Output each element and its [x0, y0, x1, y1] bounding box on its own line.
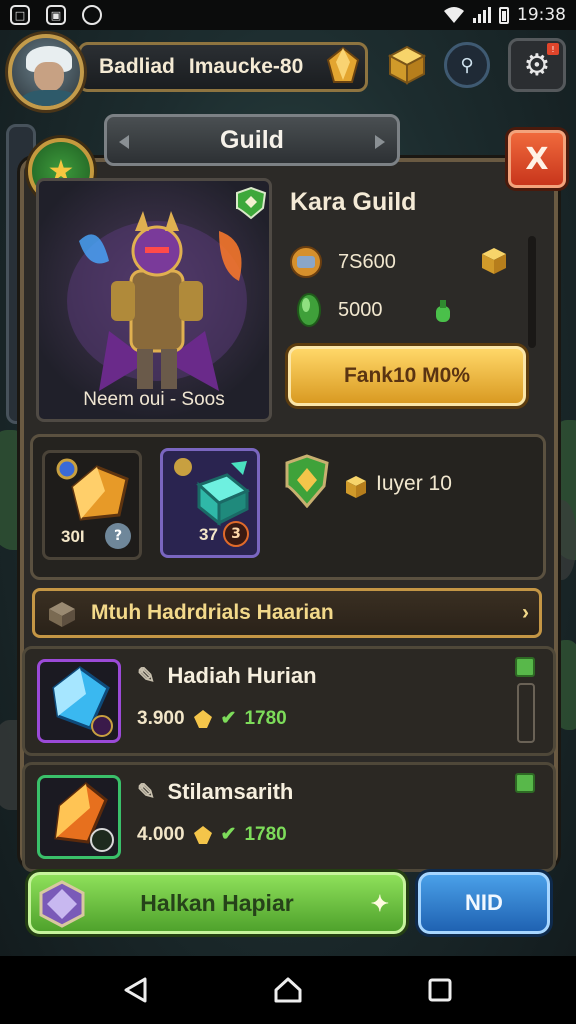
- amber-gem-icon: [326, 46, 360, 83]
- recents-button[interactable]: [420, 970, 460, 1010]
- settings-button[interactable]: ⚙ !: [508, 38, 566, 92]
- sparkle-icon: ✦: [370, 891, 389, 916]
- check-icon: ✔: [220, 708, 237, 729]
- quest-icon: ✎: [137, 779, 156, 804]
- key-icon[interactable]: ⚲: [444, 42, 490, 88]
- row-title: Stilamsarith: [167, 779, 294, 804]
- info-scrollbar[interactable]: [528, 236, 536, 348]
- signal-icon: [473, 7, 491, 23]
- home-icon: [274, 977, 302, 1003]
- recents-icon: [428, 978, 452, 1002]
- green-potion-icon: [436, 300, 450, 322]
- flag-icon: [515, 657, 535, 677]
- gold-cube-icon: [482, 248, 506, 274]
- close-icon: X: [525, 141, 549, 177]
- wifi-icon: [444, 7, 464, 23]
- item-slot[interactable]: 30I ?: [42, 450, 142, 560]
- panel-title: Guild: [220, 125, 284, 154]
- tier-label: Iuyer 10: [376, 472, 452, 495]
- orange-crystal-icon: [37, 775, 121, 859]
- primary-action-button[interactable]: Halkan Hapiar ✦: [28, 872, 406, 934]
- shield-icon: [236, 186, 267, 220]
- player-subtitle: Imaucke-80: [188, 55, 304, 78]
- home-button[interactable]: [268, 970, 308, 1010]
- item-count: 30I: [61, 527, 85, 546]
- quest-icon: ✎: [137, 663, 156, 688]
- teal-chest-icon: [174, 458, 250, 527]
- hero-caption: Neem oui - Soos: [83, 389, 225, 410]
- app-icon: □: [10, 5, 30, 25]
- back-icon: [124, 977, 147, 1003]
- gem-value: 5000: [338, 298, 383, 321]
- coin-bag-icon: [290, 246, 322, 278]
- check-icon: ✔: [220, 824, 237, 845]
- item-slot[interactable]: 37 3: [160, 448, 260, 558]
- primary-action-label: Halkan Hapiar: [140, 889, 294, 916]
- gold-gem-icon: [193, 825, 212, 844]
- notification-dot: !: [547, 43, 559, 55]
- chest-icon: [49, 602, 75, 627]
- item-badge: ?: [105, 523, 131, 549]
- clock: 19:38: [517, 5, 566, 25]
- list-item[interactable]: ✎ Hadiah Hurian 3.900 ✔ 1780: [22, 646, 556, 756]
- battery-icon: [499, 6, 509, 24]
- flag-icon: [515, 773, 535, 793]
- row-cost: 3.900: [137, 707, 185, 729]
- tier-shield-icon: [285, 454, 329, 508]
- guild-name: Kara Guild: [290, 188, 417, 216]
- list-item[interactable]: ✎ Stilamsarith 4.000 ✔ 1780: [22, 762, 556, 872]
- close-button[interactable]: X: [508, 130, 566, 188]
- item-count: 37: [199, 525, 218, 544]
- back-button[interactable]: [116, 970, 156, 1010]
- section-title: Mtuh Hadrdrials Haarian: [91, 601, 334, 624]
- app-icon: ▣: [46, 5, 66, 25]
- gold-cube-icon: [346, 476, 366, 498]
- player-name-bar[interactable]: Badliad Imaucke-80: [78, 42, 368, 92]
- system-nav-bar: [0, 956, 576, 1024]
- panel-title-tab: Guild: [104, 114, 400, 166]
- item-badge: 3: [223, 521, 249, 547]
- status-bar: □ ▣ 19:38: [0, 0, 576, 30]
- coin-stat: 7S600: [288, 244, 396, 280]
- guild-action-button[interactable]: Fank10 M0%: [288, 346, 526, 406]
- row-reward: 1780: [244, 707, 287, 729]
- row-reward: 1780: [244, 823, 287, 845]
- row-title: Hadiah Hurian: [167, 663, 317, 688]
- player-avatar[interactable]: [8, 34, 84, 110]
- purple-gem-icon: [39, 880, 85, 928]
- gem-stat: 5000: [296, 292, 383, 328]
- gold-gem-icon: [193, 709, 212, 728]
- player-name: Badliad: [99, 55, 175, 78]
- chevron-right-icon: ›: [522, 601, 529, 624]
- blue-crystal-icon: [37, 659, 121, 743]
- row-scrollbar[interactable]: [517, 683, 535, 743]
- circle-icon: [82, 5, 102, 25]
- secondary-action-button[interactable]: NID: [418, 872, 550, 934]
- green-gem-icon: [297, 293, 321, 327]
- section-header[interactable]: Mtuh Hadrdrials Haarian ›: [32, 588, 542, 638]
- gold-crystal-icon: [56, 458, 129, 521]
- row-cost: 4.000: [137, 823, 185, 845]
- gold-cube-icon[interactable]: [386, 44, 428, 86]
- coin-value: 7S600: [338, 250, 396, 273]
